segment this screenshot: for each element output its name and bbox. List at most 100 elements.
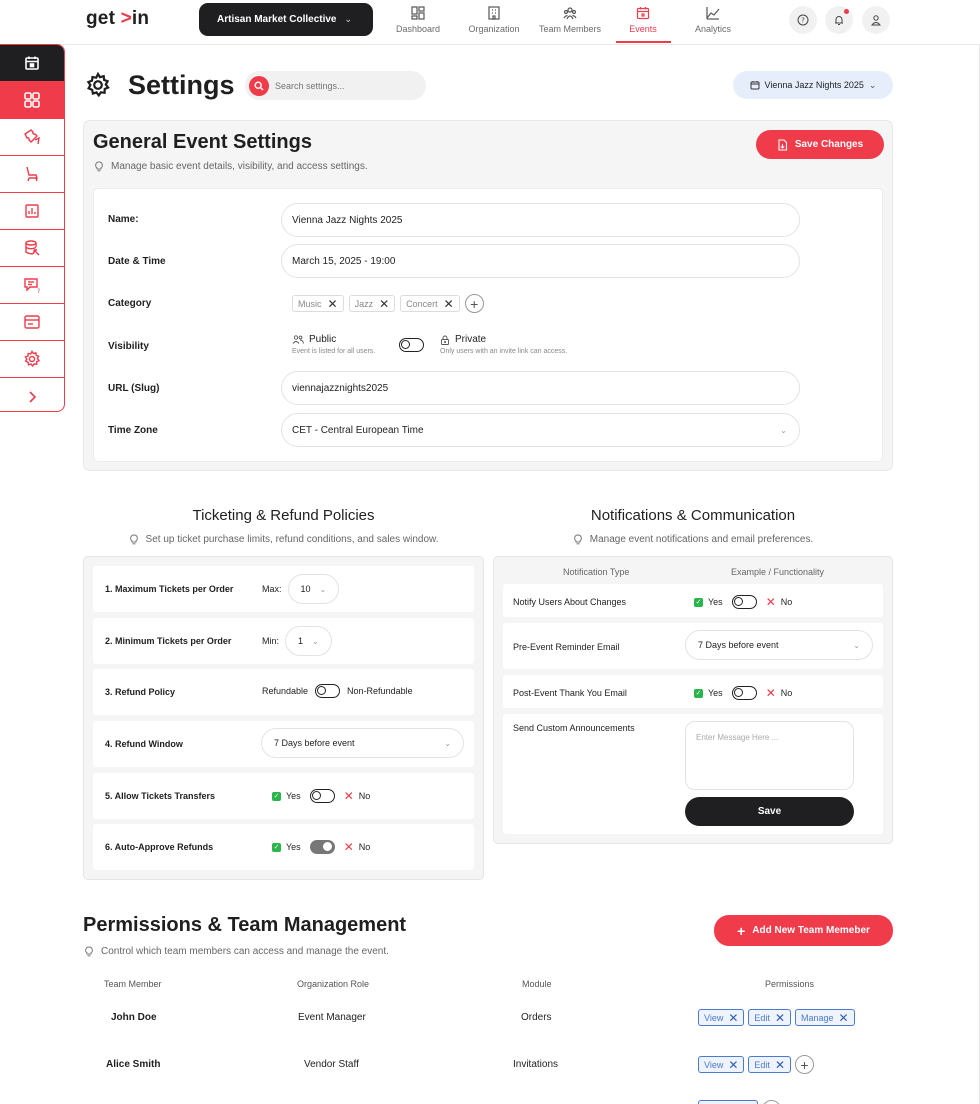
announcement-message-input[interactable]: Enter Message Here ... <box>685 721 854 790</box>
check-icon: ✓ <box>272 791 281 801</box>
close-icon: ✕ <box>838 1010 849 1025</box>
name-label: Name: <box>108 214 139 225</box>
sidebar-item-support[interactable]: ? <box>0 267 64 304</box>
notify-changes-row: Notify Users About Changes ✓ Yes ✕ No <box>503 584 883 617</box>
max-tickets-select[interactable]: 10 ⌄ <box>287 574 340 604</box>
sidebar-item-events[interactable] <box>0 45 64 82</box>
x-icon: ✕ <box>765 686 776 700</box>
refund-policy-row: 3. Refund Policy Refundable Non-Refundab… <box>93 669 474 715</box>
permissions-title: Permissions & Team Management <box>83 914 407 936</box>
close-icon: ✕ <box>774 1010 785 1025</box>
visibility-toggle[interactable] <box>399 338 424 352</box>
custom-announcement-label: Send Custom Announcements <box>513 723 635 733</box>
ticket-transfers-toggle[interactable] <box>309 789 335 803</box>
notifications-hint: Manage event notifications and email pre… <box>493 534 893 545</box>
url-slug-input[interactable]: viennajazznights2025 <box>281 371 800 405</box>
close-icon: ✕ <box>728 1010 739 1025</box>
thank-you-email-toggle[interactable] <box>731 686 757 700</box>
sidebar-item-payments[interactable] <box>0 304 64 341</box>
permission-chip[interactable]: View ✕ <box>698 1056 745 1073</box>
bar-chart-icon <box>25 204 39 218</box>
notifications-button[interactable] <box>825 6 853 34</box>
search-input[interactable] <box>275 80 415 91</box>
sidebar-item-database[interactable] <box>0 230 64 267</box>
organization-switcher[interactable]: Artisan Market Collective ⌄ <box>199 3 373 36</box>
time-zone-select[interactable]: CET - Central European Time ⌄ <box>281 413 800 447</box>
logo[interactable]: get >in <box>86 8 149 30</box>
chevron-right-icon <box>29 390 37 403</box>
thank-you-email-label: Post-Event Thank You Email <box>513 688 627 698</box>
settings-search[interactable] <box>245 71 426 100</box>
date-time-label: Date & Time <box>108 256 166 267</box>
permission-chip[interactable]: Edit ✕ <box>748 1056 791 1073</box>
max-tickets-row: 1. Maximum Tickets per Order Max: 10 ⌄ <box>93 566 474 612</box>
save-changes-button[interactable]: Save Changes <box>756 130 884 159</box>
close-icon[interactable]: ✕ <box>379 297 389 311</box>
chevron-down-icon: ⌄ <box>780 425 787 435</box>
permission-chip[interactable]: Manage ✕ <box>795 1009 855 1026</box>
column-header-role: Organization Role <box>297 979 370 989</box>
search-icon[interactable] <box>249 75 269 96</box>
sidebar-expand-button[interactable] <box>0 378 64 411</box>
close-icon[interactable]: ✕ <box>328 297 338 311</box>
users-icon <box>292 335 304 344</box>
nav-analytics[interactable]: Analytics <box>678 6 748 34</box>
date-time-input[interactable]: March 15, 2025 - 19:00 <box>281 244 800 278</box>
column-header-member: Team Member <box>104 979 162 989</box>
category-tag[interactable]: Jazz ✕ <box>348 295 396 312</box>
plus-icon: + <box>737 922 746 939</box>
visibility-private-option[interactable]: Private Only users with an invite link c… <box>440 334 567 355</box>
notify-changes-toggle[interactable] <box>731 595 757 609</box>
notifications-title: Notifications & Communication <box>590 507 796 524</box>
sidebar-item-seating[interactable] <box>0 156 64 193</box>
settings-gear-icon <box>86 72 110 98</box>
check-icon: ✓ <box>694 688 703 698</box>
close-icon[interactable]: ✕ <box>444 297 454 311</box>
bell-icon <box>835 16 843 25</box>
auto-approve-toggle[interactable] <box>309 840 335 854</box>
column-header-module: Module <box>522 979 552 989</box>
permission-chip[interactable]: Edit ✕ <box>748 1009 791 1026</box>
min-tickets-select[interactable]: 1 ⌄ <box>285 626 332 656</box>
sidebar-item-reports[interactable] <box>0 193 64 230</box>
reminder-email-label: Pre-Event Reminder Email <box>513 642 620 652</box>
event-selector[interactable]: Vienna Jazz Nights 2025 ⌄ <box>733 71 893 99</box>
help-button[interactable]: ? <box>789 6 817 34</box>
auto-approve-row: 6. Auto-Approve Refunds ✓ Yes ✕ No <box>93 824 474 870</box>
sidebar-item-tickets[interactable] <box>0 119 64 156</box>
public-label: Public <box>309 334 337 345</box>
refund-window-select[interactable]: 7 Days before event ⌄ <box>261 728 464 758</box>
nav-organization[interactable]: Organization <box>459 6 529 34</box>
category-tag[interactable]: Music ✕ <box>292 295 344 312</box>
permission-chip[interactable] <box>698 1100 758 1104</box>
add-team-member-button[interactable]: + Add New Team Memeber <box>714 915 893 946</box>
general-settings-hint: Manage basic event details, visibility, … <box>94 161 368 172</box>
permissions-hint: Control which team members can access an… <box>84 946 389 957</box>
active-tab-indicator <box>616 41 671 43</box>
nav-team-members[interactable]: Team Members <box>535 6 605 34</box>
visibility-public-option[interactable]: Public Event is listed for all users. <box>292 334 375 355</box>
sidebar: ? <box>0 44 65 412</box>
nav-events[interactable]: Events <box>608 6 678 34</box>
close-icon: ✕ <box>728 1057 739 1072</box>
name-input[interactable]: Vienna Jazz Nights 2025 <box>281 203 800 237</box>
member-role: Event Manager <box>298 1012 366 1023</box>
notification-dot <box>844 9 849 14</box>
chevron-down-icon: ⌄ <box>868 79 877 90</box>
announcement-save-button[interactable]: Save <box>685 797 854 826</box>
refund-policy-toggle[interactable] <box>315 684 341 698</box>
profile-button[interactable] <box>862 6 890 34</box>
permission-chip[interactable]: View ✕ <box>698 1009 745 1026</box>
add-category-button[interactable]: + <box>464 294 484 313</box>
category-tag[interactable]: Concert ✕ <box>400 295 460 312</box>
add-permission-button[interactable]: + <box>795 1055 814 1074</box>
add-permission-button[interactable] <box>762 1100 781 1104</box>
sidebar-item-overview[interactable] <box>0 82 64 119</box>
reminder-email-select[interactable]: 7 Days before event ⌄ <box>685 630 873 660</box>
member-permissions <box>698 1100 781 1104</box>
seat-icon <box>26 166 38 182</box>
sidebar-item-settings[interactable] <box>0 341 64 378</box>
nav-dashboard[interactable]: Dashboard <box>383 6 453 34</box>
member-name: Alice Smith <box>106 1059 161 1070</box>
url-slug-label: URL (Slug) <box>108 383 160 394</box>
